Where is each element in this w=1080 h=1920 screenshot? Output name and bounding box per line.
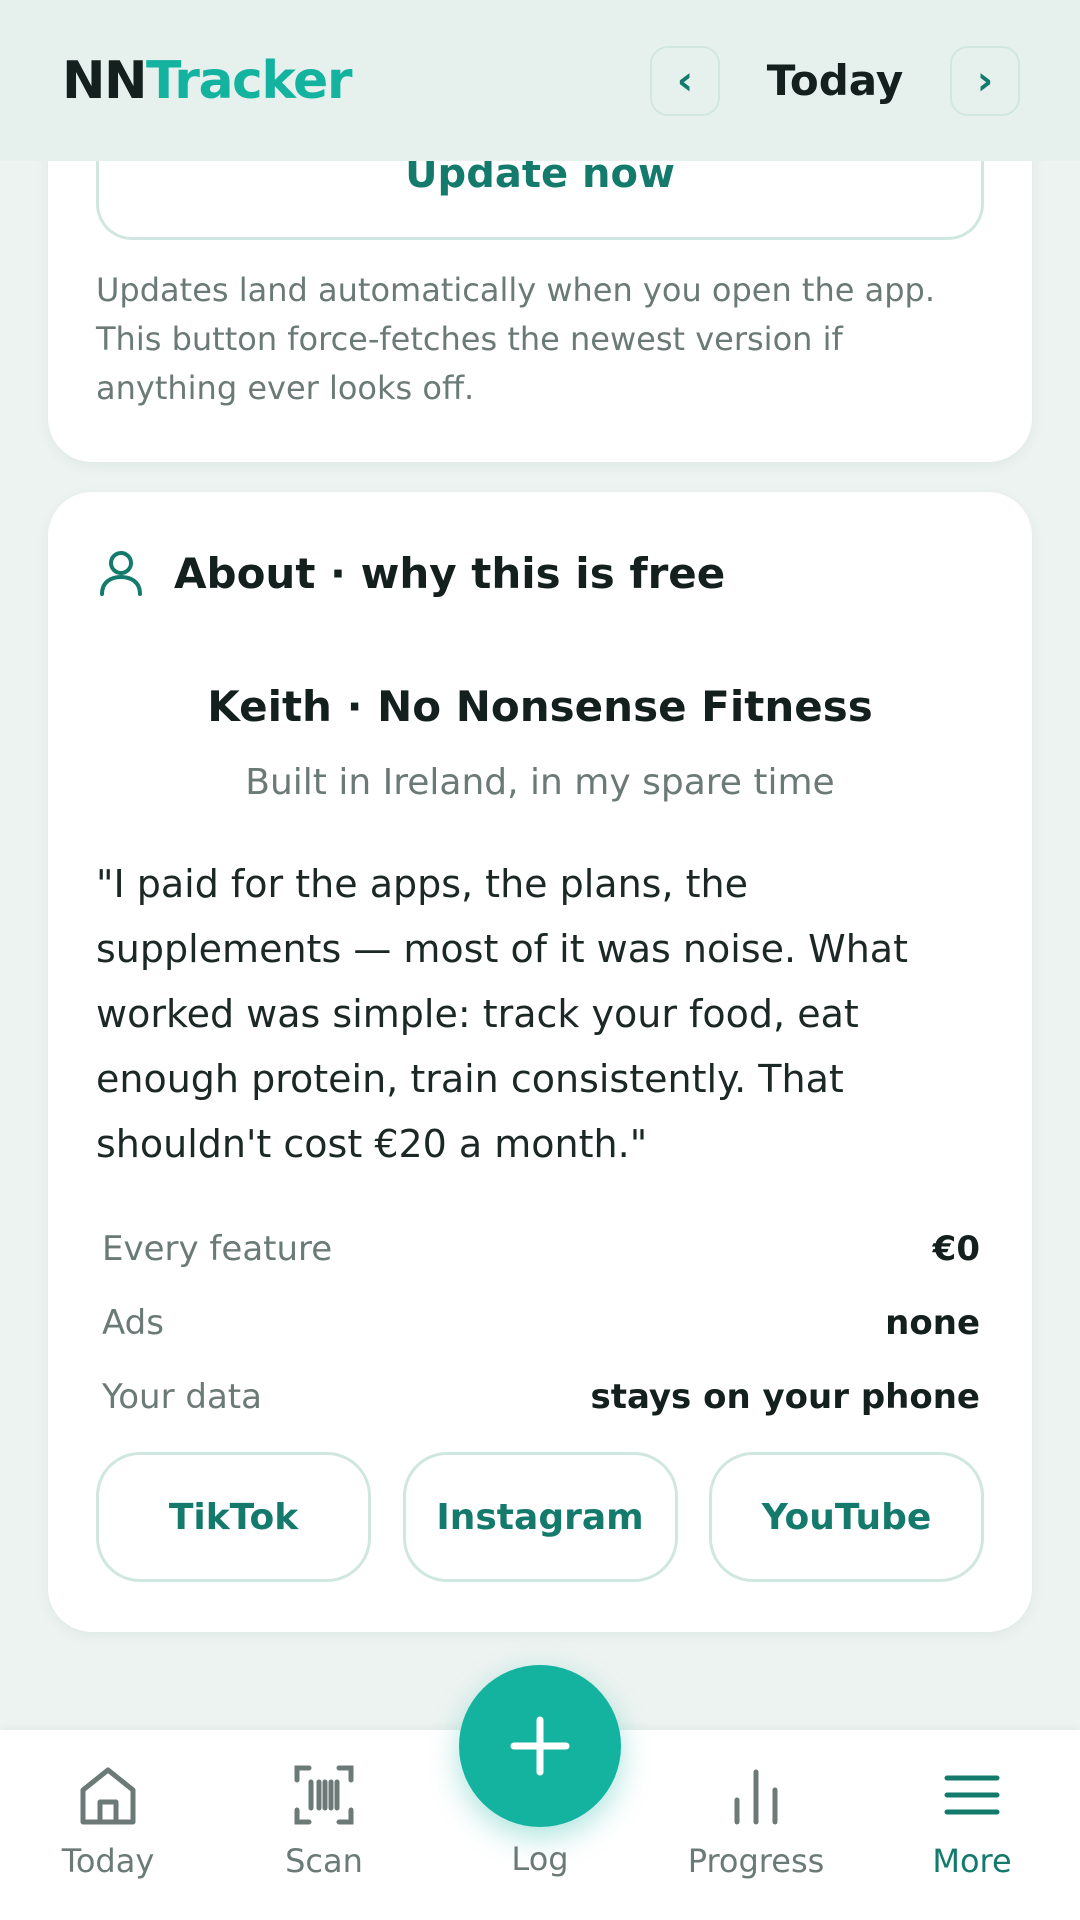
update-note: Updates land automatically when you open… xyxy=(96,271,936,407)
fact-value: none xyxy=(885,1303,980,1343)
brand-part-2: Tracker xyxy=(146,50,352,111)
youtube-button[interactable]: YouTube xyxy=(709,1452,984,1582)
menu-icon xyxy=(944,1775,1000,1815)
bar-chart-icon xyxy=(734,1769,778,1825)
nav-more[interactable]: More xyxy=(882,1762,1062,1880)
about-card: About · why this is free Keith · No Nons… xyxy=(48,492,1032,1632)
fact-value: stays on your phone xyxy=(590,1377,980,1417)
barcode-scan-icon xyxy=(294,1765,354,1825)
fact-key: Ads xyxy=(102,1303,164,1343)
instagram-button[interactable]: Instagram xyxy=(402,1452,678,1582)
brand-part-1: NN xyxy=(62,50,148,111)
previous-day-button[interactable]: ‹ xyxy=(650,45,720,116)
facts-list: Every feature €0 Ads none Your data stay… xyxy=(102,1212,980,1434)
nav-label: Scan xyxy=(285,1842,363,1880)
nav-label: More xyxy=(932,1842,1012,1880)
author-quote: "I paid for the apps, the plans, the sup… xyxy=(96,862,908,1166)
home-icon xyxy=(80,1767,136,1825)
nav-label: Progress xyxy=(687,1842,825,1880)
log-fab-button[interactable] xyxy=(459,1665,621,1827)
person-icon xyxy=(100,551,142,596)
fact-value: €0 xyxy=(932,1229,980,1269)
nav-progress[interactable]: Progress xyxy=(666,1762,846,1880)
fact-key: Every feature xyxy=(102,1229,333,1269)
tiktok-button[interactable]: TikTok xyxy=(96,1452,371,1582)
current-date-label: Today xyxy=(766,56,904,105)
plus-icon xyxy=(510,1716,570,1776)
about-header: About · why this is free xyxy=(96,548,725,598)
nav-scan[interactable]: Scan xyxy=(234,1762,414,1880)
author-name: Keith · No Nonsense Fitness xyxy=(207,682,873,731)
brand-logo: NN Tracker xyxy=(62,50,352,111)
fact-key: Your data xyxy=(102,1377,262,1417)
app-screen: NN Tracker ‹ Today › Update now Updates l… xyxy=(0,0,1080,1920)
fact-row: Every feature €0 xyxy=(102,1212,980,1286)
social-links: TikTok Instagram YouTube xyxy=(96,1452,984,1582)
fact-row: Ads none xyxy=(102,1286,980,1360)
log-label: Log xyxy=(511,1840,569,1878)
next-day-button[interactable]: › xyxy=(950,45,1020,116)
fact-row: Your data stays on your phone xyxy=(102,1360,980,1434)
nav-label: Today xyxy=(61,1842,155,1880)
date-navigator: ‹ Today › xyxy=(650,45,1020,116)
about-title: About · why this is free xyxy=(174,548,726,598)
nav-today[interactable]: Today xyxy=(18,1762,198,1880)
app-header: NN Tracker ‹ Today › xyxy=(0,0,1080,161)
author-subtitle: Built in Ireland, in my spare time xyxy=(245,762,835,803)
